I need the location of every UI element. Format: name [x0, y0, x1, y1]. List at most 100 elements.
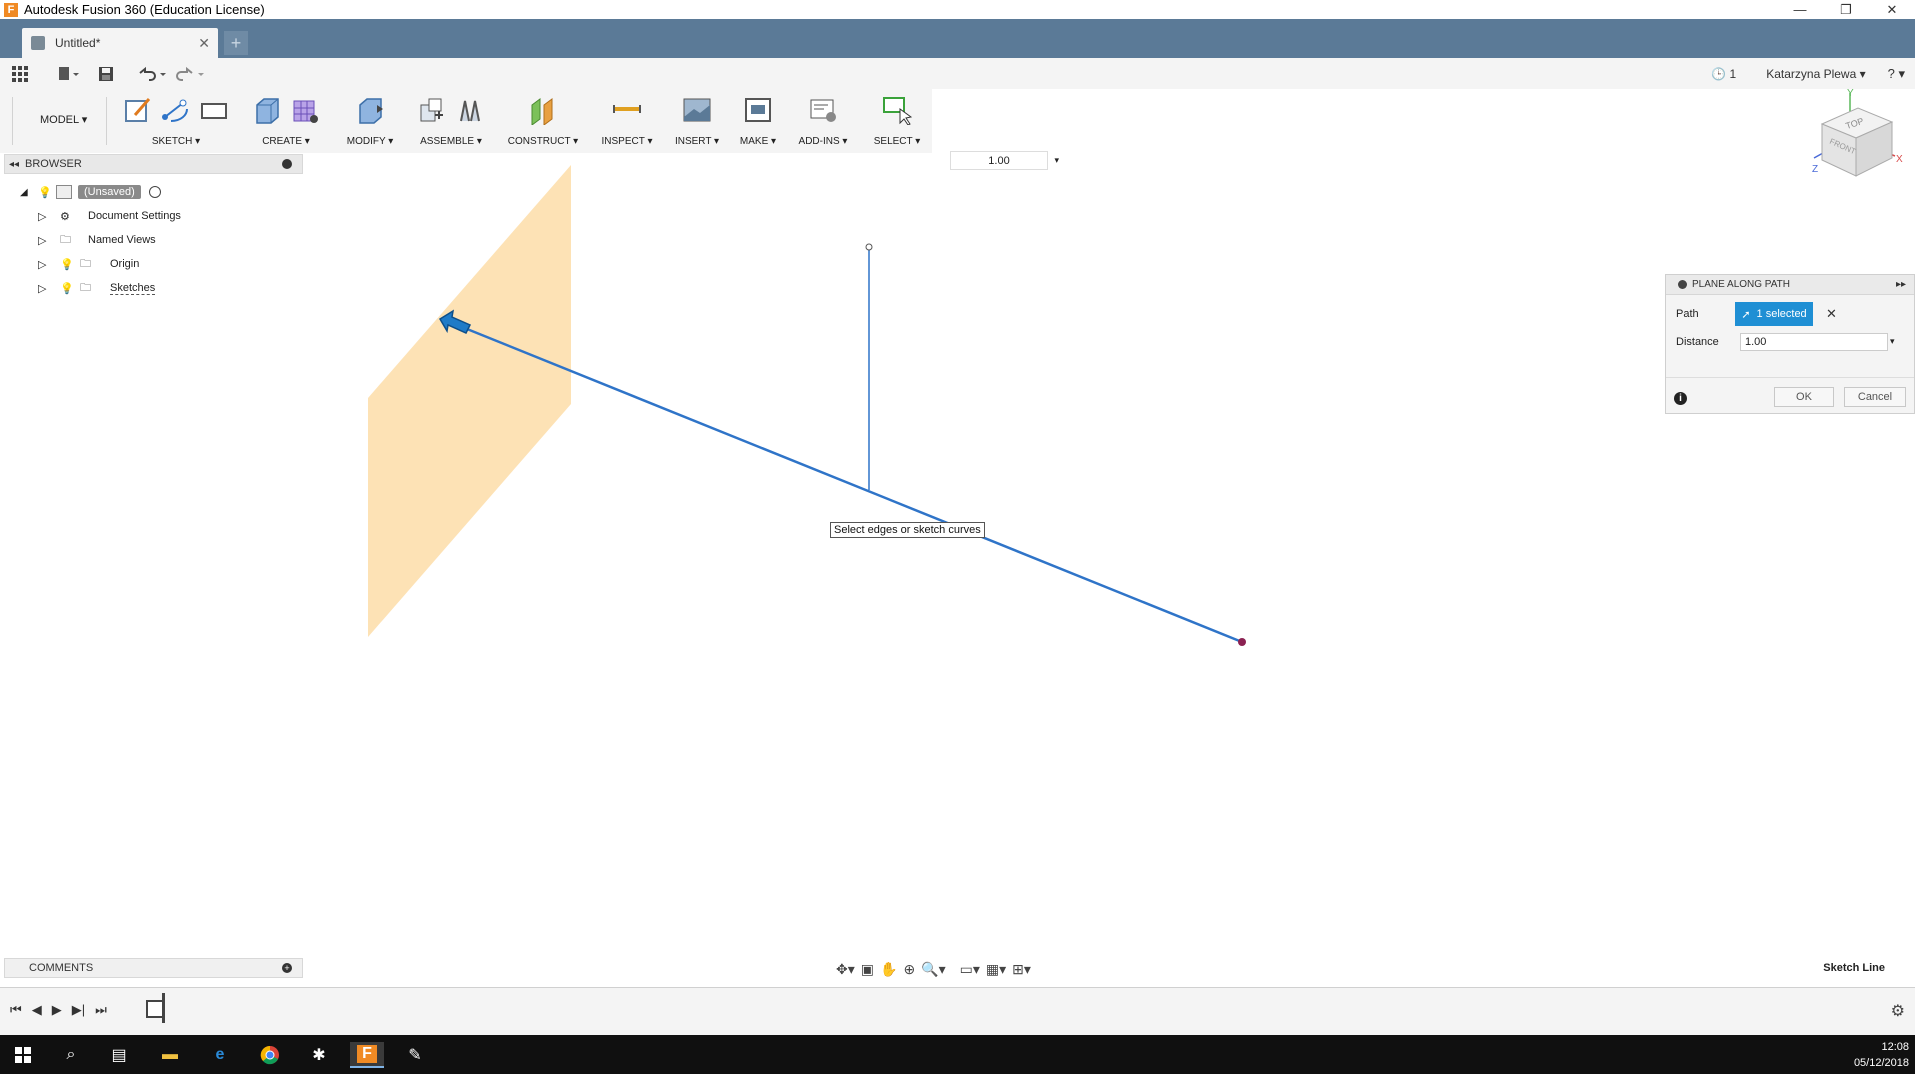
info-icon[interactable]: i: [1674, 392, 1687, 405]
redo-button[interactable]: [176, 66, 206, 82]
close-window-button[interactable]: ✕: [1869, 0, 1915, 19]
browser-item-sketches[interactable]: ▷ 💡 🗀 Sketches: [38, 278, 156, 298]
extrude-icon[interactable]: [252, 95, 282, 125]
modify-menu[interactable]: MODIFY ▾: [334, 136, 406, 147]
browser-item-origin[interactable]: ▷ 💡 🗀 Origin: [38, 254, 139, 274]
assemble-group[interactable]: ASSEMBLE ▾: [410, 89, 492, 153]
new-component-icon[interactable]: [417, 95, 447, 125]
browser-root-row[interactable]: ◢ 💡 (Unsaved): [20, 182, 161, 202]
inspect-menu[interactable]: INSPECT ▾: [594, 136, 660, 147]
measure-icon[interactable]: [612, 95, 642, 125]
activate-radio-icon[interactable]: [148, 186, 161, 198]
display-settings-icon[interactable]: ▭▾: [960, 961, 980, 978]
user-account-menu[interactable]: Katarzyna Plewa ▾: [1766, 67, 1865, 81]
minimize-button[interactable]: —: [1777, 0, 1823, 19]
addins-menu[interactable]: ADD-INS ▾: [790, 136, 856, 147]
dimension-dropdown-icon[interactable]: ▾: [1054, 155, 1059, 166]
create-menu[interactable]: CREATE ▾: [244, 136, 328, 147]
restore-button[interactable]: ❐: [1823, 0, 1869, 19]
viewports-icon[interactable]: ⊞▾: [1012, 961, 1031, 978]
play-icon[interactable]: ▶: [52, 1002, 62, 1018]
insert-group[interactable]: INSERT ▾: [666, 89, 728, 153]
construction-plane[interactable]: [368, 165, 571, 637]
insert-menu[interactable]: INSERT ▾: [666, 136, 728, 147]
edge-browser-icon[interactable]: e: [207, 1042, 233, 1068]
distance-dropdown-icon[interactable]: ▾: [1890, 336, 1895, 347]
search-icon[interactable]: ⌕: [58, 1042, 84, 1068]
step-back-icon[interactable]: ◀: [32, 1002, 42, 1018]
browser-item-document-settings[interactable]: ▷ ⚙ Document Settings: [38, 206, 181, 226]
dialog-minimize-icon[interactable]: [1678, 280, 1687, 289]
orbit-icon[interactable]: ✥▾: [836, 961, 855, 978]
insert-image-icon[interactable]: [682, 95, 712, 125]
select-group[interactable]: SELECT ▾: [862, 89, 932, 153]
expand-arrow-icon[interactable]: ▷: [38, 210, 60, 223]
expand-triangle-icon[interactable]: ◢: [20, 187, 38, 198]
timeline-settings-gear-icon[interactable]: ⚙: [1891, 1001, 1905, 1021]
press-pull-icon[interactable]: [355, 95, 385, 125]
3d-print-icon[interactable]: [743, 95, 773, 125]
browser-header[interactable]: ◂◂ BROWSER: [4, 154, 303, 174]
browser-item-named-views[interactable]: ▷ 🗀 Named Views: [38, 230, 156, 250]
select-icon[interactable]: [882, 95, 912, 125]
go-to-start-icon[interactable]: ⏮: [10, 1002, 22, 1018]
task-view-icon[interactable]: ▤: [106, 1042, 132, 1068]
go-to-end-icon[interactable]: ⏭: [95, 1002, 107, 1018]
construct-menu[interactable]: CONSTRUCT ▾: [498, 136, 588, 147]
clear-selection-icon[interactable]: ✕: [1826, 306, 1837, 322]
expand-arrow-icon[interactable]: ▷: [38, 258, 60, 271]
distance-field[interactable]: 1.00: [1740, 333, 1888, 351]
data-panel-button[interactable]: [12, 65, 28, 82]
scripts-addins-icon[interactable]: [808, 95, 838, 125]
construct-group[interactable]: CONSTRUCT ▾: [498, 89, 588, 153]
sketch-group[interactable]: SKETCH ▾: [110, 89, 242, 153]
fit-icon[interactable]: 🔍▾: [921, 961, 945, 978]
look-at-icon[interactable]: ▣: [861, 961, 874, 978]
timeline-marker[interactable]: [162, 993, 165, 1023]
save-button[interactable]: [98, 66, 114, 82]
windows-start-icon[interactable]: [10, 1042, 36, 1068]
pan-icon[interactable]: ✋: [880, 961, 897, 978]
slack-icon[interactable]: ✱: [306, 1042, 332, 1068]
inspect-group[interactable]: INSPECT ▾: [594, 89, 660, 153]
job-status[interactable]: 🕒 1: [1711, 67, 1736, 81]
path-selection-button[interactable]: ➚ 1 selected: [1735, 302, 1813, 326]
new-tab-button[interactable]: +: [224, 31, 248, 55]
collapse-browser-icon[interactable]: ◂◂: [9, 159, 19, 170]
make-group[interactable]: MAKE ▾: [730, 89, 786, 153]
rectangle-icon[interactable]: [199, 95, 229, 125]
sketch-menu[interactable]: SKETCH ▾: [110, 136, 242, 147]
assemble-menu[interactable]: ASSEMBLE ▾: [410, 136, 492, 147]
app-icon[interactable]: ✎: [402, 1042, 428, 1068]
help-menu[interactable]: ? ▾: [1888, 66, 1905, 82]
sketch-line-path[interactable]: [466, 327, 1243, 644]
workspace-switcher[interactable]: MODEL ▾: [40, 113, 87, 126]
create-sketch-icon[interactable]: [123, 95, 153, 125]
make-menu[interactable]: MAKE ▾: [730, 136, 786, 147]
undo-button[interactable]: [138, 66, 168, 82]
modify-group[interactable]: MODIFY ▾: [334, 89, 406, 153]
zoom-icon[interactable]: ⊕: [903, 961, 915, 978]
chrome-icon[interactable]: [257, 1042, 283, 1068]
create-group[interactable]: CREATE ▾: [244, 89, 328, 153]
addins-group[interactable]: ADD-INS ▾: [790, 89, 856, 153]
fusion360-taskbar-icon[interactable]: F: [350, 1042, 384, 1068]
box-grid-icon[interactable]: [290, 95, 320, 125]
joint-icon[interactable]: [455, 95, 485, 125]
sketch-point-top[interactable]: [865, 243, 873, 251]
browser-pin-icon[interactable]: [282, 159, 292, 169]
expand-arrow-icon[interactable]: ▷: [38, 282, 60, 295]
visibility-bulb-icon[interactable]: 💡: [38, 186, 56, 199]
grid-settings-icon[interactable]: ▦▾: [986, 961, 1006, 978]
expand-arrow-icon[interactable]: ▷: [38, 234, 60, 247]
viewcube[interactable]: Y X Z TOP FRONT: [1810, 88, 1910, 198]
comments-panel[interactable]: COMMENTS +: [4, 958, 303, 978]
distance-dimension-input[interactable]: 1.00 ▾: [950, 151, 1059, 170]
sketch-point-end[interactable]: [1238, 638, 1246, 646]
visibility-bulb-icon[interactable]: 💡: [60, 258, 80, 271]
offset-plane-icon[interactable]: [528, 95, 558, 125]
select-menu[interactable]: SELECT ▾: [862, 136, 932, 147]
system-clock[interactable]: 12:08 05/12/2018: [1854, 1039, 1909, 1071]
ok-button[interactable]: OK: [1774, 387, 1834, 407]
file-menu-button[interactable]: [58, 66, 80, 82]
